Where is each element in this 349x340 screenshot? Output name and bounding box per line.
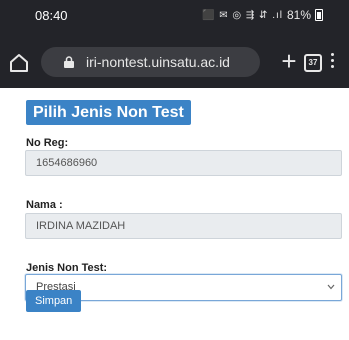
battery-icon <box>315 9 323 21</box>
status-indicators: ⬛ ✉ ◎ ⇶ ⇵ .ıl 81% <box>202 8 323 22</box>
home-icon[interactable] <box>8 53 30 73</box>
jenis-non-test-label: Jenis Non Test: <box>26 262 108 274</box>
status-icons: ⬛ ✉ ◎ ⇶ ⇵ .ıl <box>201 9 283 21</box>
tab-switcher-button[interactable]: 37 <box>304 54 322 72</box>
save-button[interactable]: Simpan <box>26 290 82 312</box>
chevron-down-icon <box>327 284 335 290</box>
form-title: Pilih Jenis Non Test <box>26 100 191 125</box>
battery-percent: 81% <box>286 8 311 22</box>
address-bar[interactable]: iri-nontest.uinsatu.ac.id <box>41 47 260 77</box>
status-bar: 08:40 ⬛ ✉ ◎ ⇶ ⇵ .ıl 81% <box>0 0 349 30</box>
more-menu-icon[interactable] <box>330 53 334 71</box>
page-content: Pilih Jenis Non Test No Reg: 1654686960 … <box>0 88 349 340</box>
nama-field[interactable]: IRDINA MAZIDAH <box>25 213 342 239</box>
no-reg-field[interactable]: 1654686960 <box>25 150 342 176</box>
lock-icon <box>64 56 74 68</box>
new-tab-button[interactable]: + <box>274 48 304 76</box>
no-reg-label: No Reg: <box>26 137 69 149</box>
url-text: iri-nontest.uinsatu.ac.id <box>86 54 230 70</box>
status-time: 08:40 <box>35 8 68 23</box>
nama-label: Nama : <box>26 199 63 211</box>
